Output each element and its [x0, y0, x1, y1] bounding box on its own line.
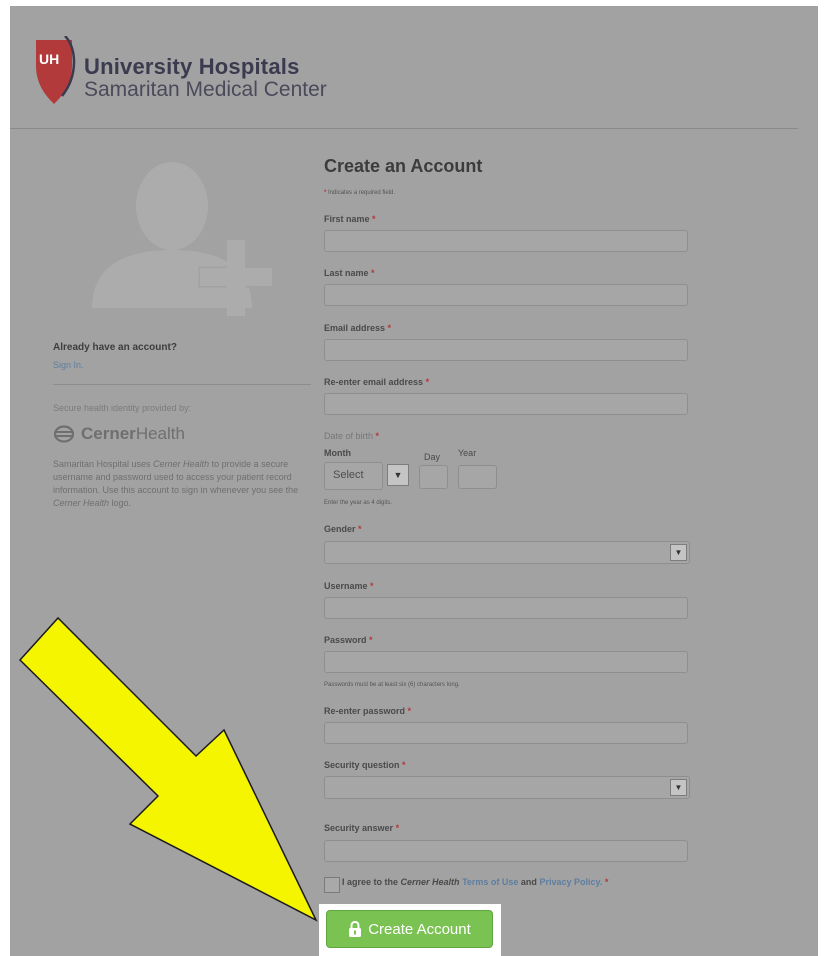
gender-select[interactable]: ▼: [324, 541, 690, 564]
month-select[interactable]: Select: [324, 462, 383, 490]
security-question-select[interactable]: ▼: [324, 776, 690, 799]
username-label: Username *: [324, 581, 374, 591]
gender-label: Gender *: [324, 524, 362, 534]
username-field[interactable]: [324, 597, 688, 619]
sign-in-link[interactable]: Sign In.: [53, 360, 84, 370]
password-field[interactable]: [324, 651, 688, 673]
cerner-health-logo: CernerHealth: [53, 422, 185, 446]
terms-agreement-text: I agree to the Cerner Health Terms of Us…: [342, 877, 609, 887]
brand-subtitle: Samaritan Medical Center: [84, 78, 327, 101]
cerner-brand-bold: Cerner: [81, 424, 136, 443]
logo-letters: UH: [39, 51, 59, 67]
reenter-email-label: Re-enter email address *: [324, 377, 430, 387]
reenter-email-field[interactable]: [324, 393, 688, 415]
month-dropdown-button[interactable]: ▼: [387, 464, 409, 486]
cerner-brand-regular: Health: [135, 424, 185, 443]
chevron-down-icon: ▼: [393, 470, 403, 480]
security-answer-field[interactable]: [324, 840, 688, 862]
terms-checkbox[interactable]: [324, 877, 340, 893]
brand-title: University Hospitals: [84, 54, 300, 79]
last-name-field[interactable]: [324, 284, 688, 306]
privacy-policy-link[interactable]: Privacy Policy.: [539, 877, 602, 887]
terms-of-use-link[interactable]: Terms of Use: [462, 877, 518, 887]
chevron-down-icon[interactable]: ▼: [670, 779, 687, 796]
date-of-birth-label: Date of birth *: [324, 431, 380, 441]
create-account-label: Create Account: [368, 920, 471, 938]
year-field[interactable]: [458, 465, 497, 489]
year-format-note: Enter the year as 4 digits.: [324, 500, 393, 506]
chevron-down-icon[interactable]: ▼: [670, 544, 687, 561]
sidebar-divider: [53, 384, 311, 385]
cerner-logo-icon: [53, 425, 75, 443]
first-name-field[interactable]: [324, 230, 688, 252]
reenter-password-label: Re-enter password *: [324, 706, 412, 716]
month-label: Month: [324, 448, 351, 458]
security-answer-label: Security answer *: [324, 823, 400, 833]
add-user-icon: [92, 162, 274, 316]
header-divider: [10, 128, 798, 129]
cerner-description: Samaritan Hospital uses Cerner Health to…: [53, 459, 299, 508]
password-length-note: Passwords must be at least six (6) chara…: [324, 682, 460, 688]
required-note: * Indicates a required field.: [324, 190, 396, 196]
year-label: Year: [458, 448, 477, 458]
reenter-password-field[interactable]: [324, 722, 688, 744]
first-name-label: First name *: [324, 214, 376, 224]
create-account-button[interactable]: Create Account: [326, 910, 493, 948]
password-label: Password *: [324, 635, 373, 645]
already-have-account-label: Already have an account?: [53, 342, 177, 353]
last-name-label: Last name *: [324, 268, 375, 278]
lock-icon: [349, 921, 362, 937]
day-field[interactable]: [419, 465, 448, 489]
email-label: Email address *: [324, 323, 392, 333]
page-title: Create an Account: [324, 156, 483, 176]
security-question-label: Security question *: [324, 760, 406, 770]
email-field[interactable]: [324, 339, 688, 361]
secure-identity-label: Secure health identity provided by:: [53, 403, 192, 413]
day-label: Day: [424, 452, 441, 462]
